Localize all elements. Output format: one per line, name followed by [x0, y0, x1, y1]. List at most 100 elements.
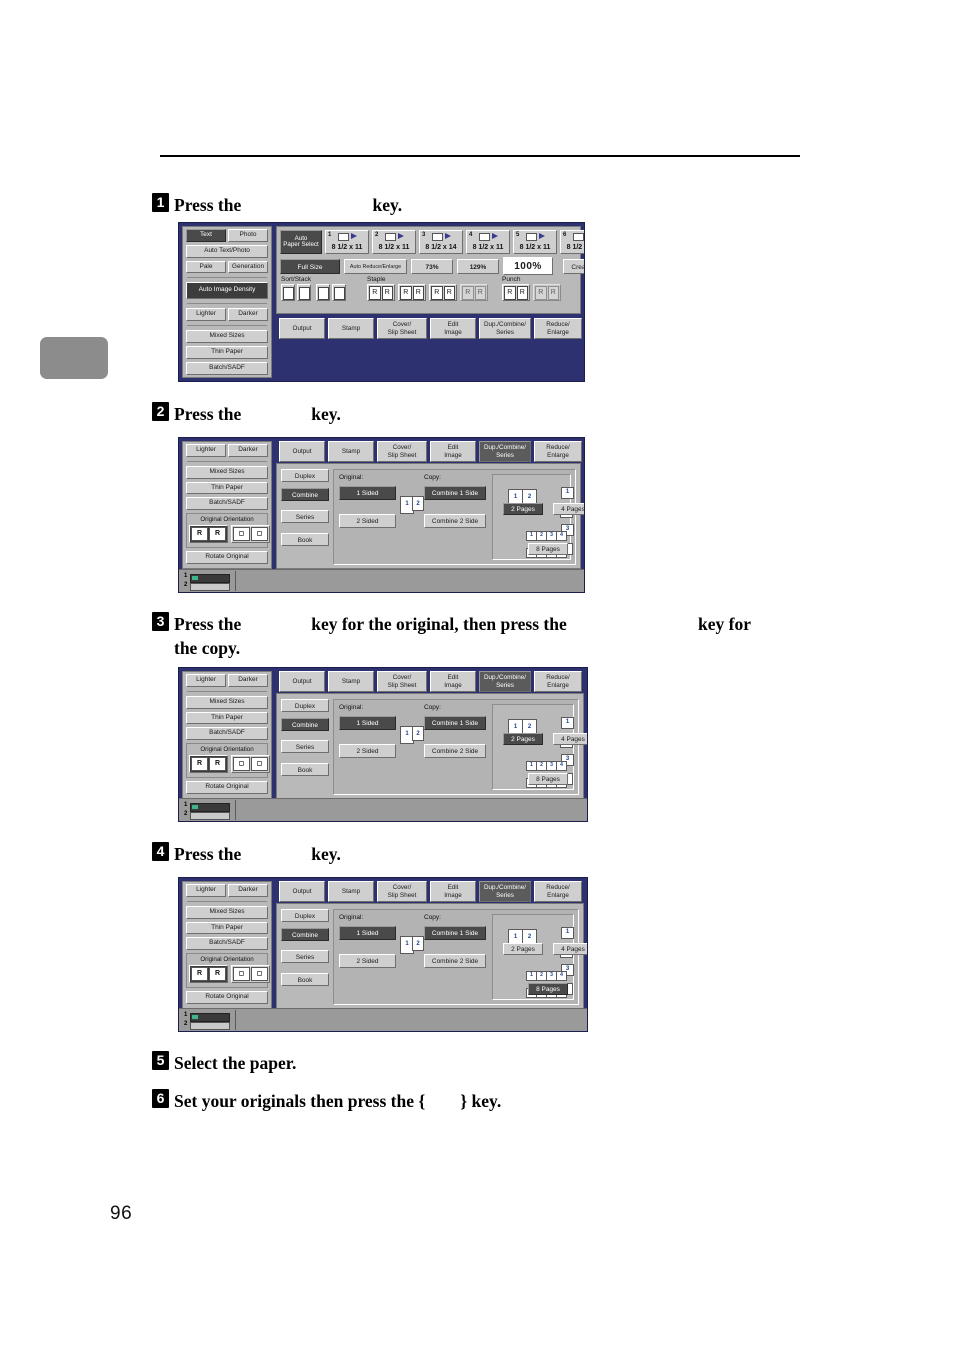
combine-button[interactable]: Combine: [281, 718, 329, 731]
tab-dup-combine-series[interactable]: Dup./Combine/ Series: [479, 441, 531, 462]
auto-image-density-button[interactable]: Auto Image Density: [186, 282, 268, 300]
tab-dup-combine-series[interactable]: Dup./Combine/ Series: [479, 881, 531, 902]
punch-top-icon-button[interactable]: R R: [533, 284, 561, 301]
thin-paper-button[interactable]: Thin Paper: [186, 711, 268, 725]
thin-paper-button[interactable]: Thin Paper: [186, 921, 268, 935]
mixed-sizes-button[interactable]: Mixed Sizes: [186, 330, 268, 343]
batch-sadf-button[interactable]: Batch/SADF: [186, 937, 268, 951]
darker-button[interactable]: Darker: [228, 884, 268, 897]
orientation-unreadable-button[interactable]: ▢ ▢: [231, 525, 270, 544]
batch-sadf-button[interactable]: Batch/SADF: [186, 727, 268, 741]
photo-quality-button[interactable]: Photo: [228, 229, 268, 242]
tab-cover-slip-sheet[interactable]: Cover/ Slip Sheet: [377, 671, 427, 692]
orientation-readable-button[interactable]: RR: [189, 755, 228, 774]
book-button[interactable]: Book: [281, 533, 329, 546]
orientation-unreadable-button[interactable]: ▢ ▢: [231, 965, 270, 984]
tab-edit-image[interactable]: Edit Image: [430, 881, 476, 902]
orientation-readable-button[interactable]: RR: [189, 965, 228, 984]
tray-button-1[interactable]: 1 8 1/2 x 11: [325, 230, 369, 254]
tab-edit-image[interactable]: Edit Image: [430, 671, 476, 692]
rotate-stack-icon-button[interactable]: [332, 284, 346, 301]
tab-reduce-enlarge[interactable]: Reduce/ Enlarge: [534, 441, 582, 462]
duplex-button[interactable]: Duplex: [281, 699, 329, 712]
pale-button[interactable]: Pale: [186, 260, 226, 274]
batch-sadf-button[interactable]: Batch/SADF: [186, 497, 268, 511]
combine-button[interactable]: Combine: [281, 928, 329, 941]
thin-paper-button[interactable]: Thin Paper: [186, 345, 268, 359]
8-pages-button[interactable]: 8 Pages: [528, 983, 568, 995]
combine-1-side-button[interactable]: Combine 1 Side: [424, 716, 486, 730]
tab-edit-image[interactable]: Edit Image: [430, 318, 476, 339]
original-2-sided-button[interactable]: 2 Sided: [339, 744, 396, 758]
original-1-sided-button[interactable]: 1 Sided: [339, 926, 396, 940]
tray-button-4[interactable]: 4 8 1/2 x 11: [466, 230, 510, 254]
mixed-sizes-button[interactable]: Mixed Sizes: [186, 905, 268, 919]
original-2-sided-button[interactable]: 2 Sided: [339, 954, 396, 968]
staple-center-icon-button[interactable]: R R: [460, 284, 488, 301]
lighter-button[interactable]: Lighter: [186, 884, 226, 897]
tray-button-6[interactable]: 6 8 1/2 x 11: [560, 230, 584, 254]
stack-icon-button[interactable]: [316, 284, 330, 301]
tab-cover-slip-sheet[interactable]: Cover/ Slip Sheet: [377, 318, 427, 339]
thin-paper-button[interactable]: Thin Paper: [186, 481, 268, 495]
tab-stamp[interactable]: Stamp: [328, 671, 374, 692]
auto-text-photo-button[interactable]: Auto Text/Photo: [186, 244, 268, 258]
series-button[interactable]: Series: [281, 740, 329, 753]
orientation-unreadable-button[interactable]: ▢ ▢: [231, 755, 270, 774]
mixed-sizes-button[interactable]: Mixed Sizes: [186, 465, 268, 479]
tab-stamp[interactable]: Stamp: [328, 881, 374, 902]
mixed-sizes-button[interactable]: Mixed Sizes: [186, 695, 268, 709]
combine-button[interactable]: Combine: [281, 488, 329, 501]
auto-reduce-enlarge-button[interactable]: Auto Reduce/Enlarge: [344, 258, 407, 274]
tab-edit-image[interactable]: Edit Image: [430, 441, 476, 462]
lighter-button[interactable]: Lighter: [186, 308, 226, 322]
punch-left-icon-button[interactable]: R R: [502, 284, 530, 301]
zoom-preset-129-button[interactable]: 129%: [457, 258, 499, 274]
full-size-button[interactable]: Full Size: [280, 258, 340, 274]
tab-output[interactable]: Output: [279, 441, 325, 462]
tab-output[interactable]: Output: [279, 881, 325, 902]
darker-button[interactable]: Darker: [228, 674, 268, 687]
lighter-button[interactable]: Lighter: [186, 674, 226, 687]
batch-sadf-button[interactable]: Batch/SADF: [186, 361, 268, 375]
rotate-original-button[interactable]: Rotate Original: [186, 781, 268, 795]
tab-reduce-enlarge[interactable]: Reduce/ Enlarge: [534, 671, 582, 692]
combine-1-side-button[interactable]: Combine 1 Side: [424, 486, 486, 500]
rotate-sort-icon-button[interactable]: [297, 284, 311, 301]
tab-output[interactable]: Output: [279, 671, 325, 692]
tray-button-2[interactable]: 2 8 1/2 x 11: [372, 230, 416, 254]
2-pages-button[interactable]: 2 Pages: [503, 943, 543, 955]
generation-button[interactable]: Generation: [228, 260, 268, 274]
tab-stamp[interactable]: Stamp: [328, 318, 374, 339]
duplex-button[interactable]: Duplex: [281, 469, 329, 482]
2-pages-button[interactable]: 2 Pages: [503, 503, 543, 515]
series-button[interactable]: Series: [281, 950, 329, 963]
tab-output[interactable]: Output: [279, 318, 325, 339]
series-button[interactable]: Series: [281, 510, 329, 523]
4-pages-button[interactable]: 4 Pages: [553, 733, 587, 745]
combine-2-side-button[interactable]: Combine 2 Side: [424, 744, 486, 758]
tab-cover-slip-sheet[interactable]: Cover/ Slip Sheet: [377, 441, 427, 462]
text-quality-button[interactable]: Text: [186, 229, 226, 242]
auto-paper-select-button[interactable]: Auto Paper Select: [280, 230, 322, 254]
combine-2-side-button[interactable]: Combine 2 Side: [424, 514, 486, 528]
4-pages-button[interactable]: 4 Pages: [553, 503, 584, 515]
orientation-readable-button[interactable]: RR: [189, 525, 228, 544]
rotate-original-button[interactable]: Rotate Original: [186, 551, 268, 565]
sort-icon-button[interactable]: [281, 284, 295, 301]
staple-topright-icon-button[interactable]: R R: [398, 284, 426, 301]
darker-button[interactable]: Darker: [228, 444, 268, 457]
zoom-preset-73-button[interactable]: 73%: [411, 258, 453, 274]
8-pages-button[interactable]: 8 Pages: [528, 543, 568, 555]
tab-reduce-enlarge[interactable]: Reduce/ Enlarge: [534, 318, 582, 339]
original-2-sided-button[interactable]: 2 Sided: [339, 514, 396, 528]
tab-cover-slip-sheet[interactable]: Cover/ Slip Sheet: [377, 881, 427, 902]
duplex-button[interactable]: Duplex: [281, 909, 329, 922]
staple-topleft-icon-button[interactable]: R R: [367, 284, 395, 301]
darker-button[interactable]: Darker: [228, 308, 268, 322]
create-margin-button[interactable]: Create Margin: [563, 258, 584, 274]
combine-2-side-button[interactable]: Combine 2 Side: [424, 954, 486, 968]
tray-button-3[interactable]: 3 8 1/2 x 14: [419, 230, 463, 254]
tab-dup-combine-series[interactable]: Dup./Combine/ Series: [479, 671, 531, 692]
book-button[interactable]: Book: [281, 763, 329, 776]
